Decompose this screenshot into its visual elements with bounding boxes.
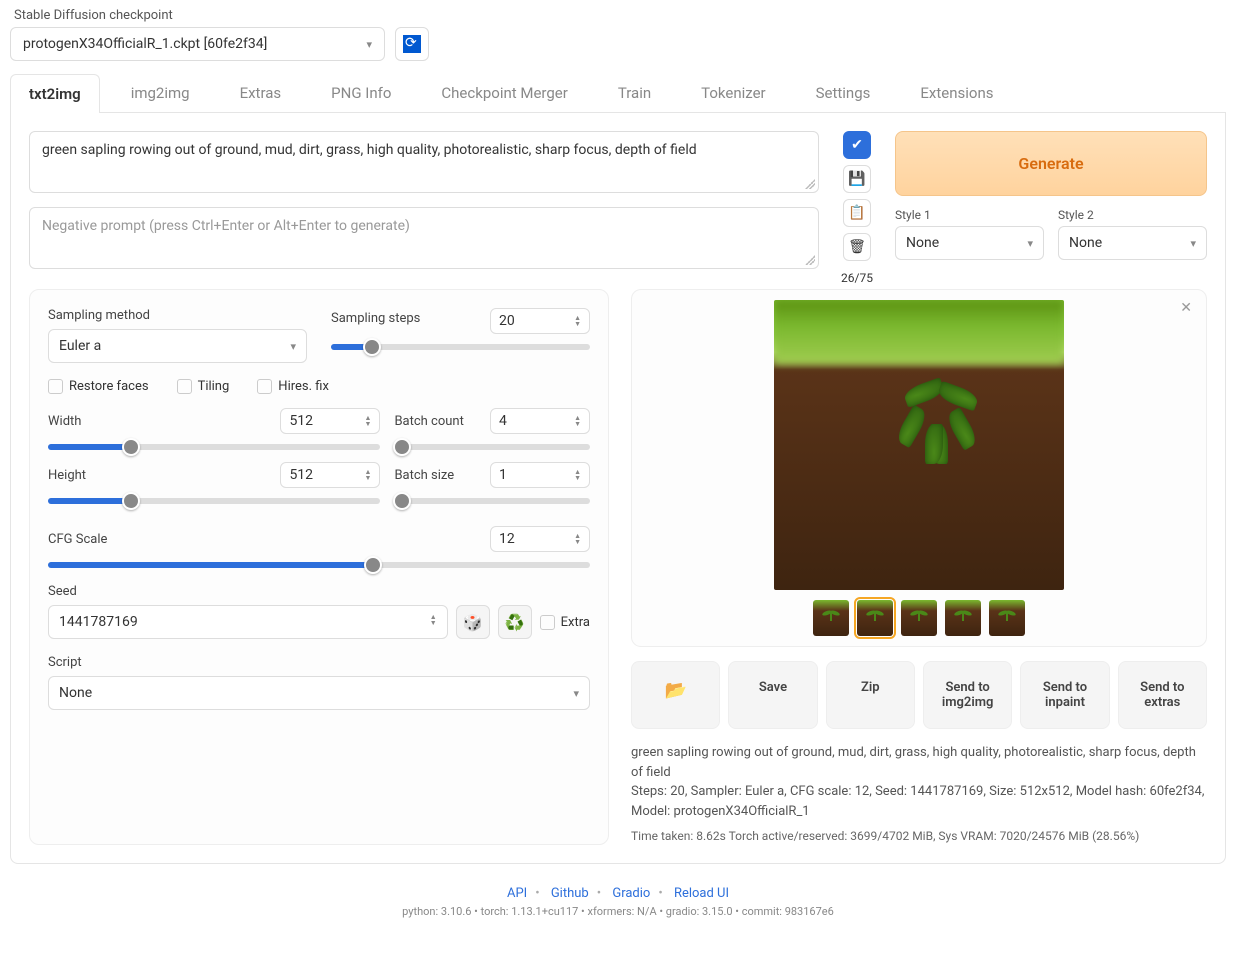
tiling-checkbox[interactable]: Tiling	[177, 379, 230, 394]
seed-extra-checkbox[interactable]: Extra	[540, 615, 590, 630]
zip-button[interactable]: Zip	[826, 661, 915, 729]
tab-ckpt-merger[interactable]: Checkpoint Merger	[422, 73, 586, 112]
trash-icon: 🗑	[848, 239, 866, 255]
prompt-input[interactable]: green sapling rowing out of ground, mud,…	[29, 131, 819, 193]
height-input[interactable]: 512▲▼	[280, 462, 380, 488]
checkpoint-select[interactable]: protogenX34OfficialR_1.ckpt [60fe2f34] ▾	[10, 27, 385, 61]
style1-select[interactable]: None▾	[895, 226, 1044, 260]
thumbnail-2[interactable]	[857, 600, 893, 636]
style2-select[interactable]: None▾	[1058, 226, 1207, 260]
close-icon[interactable]: ✕	[1180, 300, 1192, 316]
token-counter: 26/75	[841, 271, 873, 285]
batch-size-input[interactable]: 1▲▼	[490, 462, 590, 488]
check-icon: ✔	[851, 137, 863, 153]
width-slider[interactable]	[48, 444, 380, 450]
batch-size-label: Batch size	[394, 468, 454, 483]
tab-settings[interactable]: Settings	[797, 73, 890, 112]
clear-prompt-button[interactable]: 🗑	[843, 233, 871, 261]
tab-pnginfo[interactable]: PNG Info	[312, 73, 410, 112]
seed-input[interactable]: 1441787169▲▼	[48, 605, 448, 639]
geninfo-params: Steps: 20, Sampler: Euler a, CFG scale: …	[631, 782, 1207, 821]
reuse-seed-button[interactable]: ♻️	[498, 605, 532, 639]
style2-label: Style 2	[1058, 208, 1207, 222]
width-label: Width	[48, 414, 81, 429]
folder-icon: 📂	[664, 680, 686, 701]
batch-size-slider[interactable]	[394, 498, 590, 504]
apply-prompt-button[interactable]: ✔	[843, 131, 871, 159]
seed-label: Seed	[48, 584, 590, 599]
thumbnail-3[interactable]	[901, 600, 937, 636]
batch-count-slider[interactable]	[394, 444, 590, 450]
thumbnail-5[interactable]	[989, 600, 1025, 636]
open-folder-button[interactable]: 📂	[631, 661, 720, 729]
refresh-checkpoint-button[interactable]	[395, 27, 429, 61]
clipboard-icon: 📋	[848, 205, 865, 221]
hires-fix-checkbox[interactable]: Hires. fix	[257, 379, 329, 394]
sampling-steps-slider[interactable]	[331, 344, 590, 350]
negative-prompt-placeholder: Negative prompt (press Ctrl+Enter or Alt…	[42, 218, 410, 234]
batch-count-label: Batch count	[394, 414, 463, 429]
tab-tokenizer[interactable]: Tokenizer	[682, 73, 784, 112]
output-image[interactable]	[774, 300, 1064, 590]
sampling-method-select[interactable]: Euler a▾	[48, 329, 307, 363]
generation-settings: Sampling method Euler a▾ Sampling steps …	[29, 289, 609, 845]
dice-icon: 🎲	[463, 613, 483, 632]
random-seed-button[interactable]: 🎲	[456, 605, 490, 639]
footer-gradio-link[interactable]: Gradio	[612, 886, 650, 901]
checkpoint-label: Stable Diffusion checkpoint	[10, 8, 385, 23]
chevron-down-icon: ▾	[366, 38, 372, 51]
geninfo-stats: Time taken: 8.62s Torch active/reserved:…	[631, 827, 1207, 845]
thumbnail-1[interactable]	[813, 600, 849, 636]
save-prompt-button[interactable]: 💾	[843, 165, 871, 193]
cfg-scale-label: CFG Scale	[48, 532, 107, 547]
cfg-scale-input[interactable]: 12▲▼	[490, 526, 590, 552]
footer-reload-link[interactable]: Reload UI	[674, 886, 729, 901]
send-img2img-button[interactable]: Send to img2img	[923, 661, 1012, 729]
footer-api-link[interactable]: API	[507, 886, 527, 901]
geninfo-prompt: green sapling rowing out of ground, mud,…	[631, 743, 1207, 782]
style1-label: Style 1	[895, 208, 1044, 222]
footer-sysinfo: python: 3.10.6 • torch: 1.13.1+cu117 • x…	[10, 905, 1226, 918]
save-button[interactable]: Save	[728, 661, 817, 729]
generate-button[interactable]: Generate	[895, 131, 1207, 196]
refresh-icon	[403, 35, 421, 53]
width-input[interactable]: 512▲▼	[280, 408, 380, 434]
restore-faces-checkbox[interactable]: Restore faces	[48, 379, 149, 394]
thumbnail-4[interactable]	[945, 600, 981, 636]
tab-train[interactable]: Train	[599, 73, 670, 112]
save-disk-icon: 💾	[848, 171, 865, 187]
send-extras-button[interactable]: Send to extras	[1118, 661, 1207, 729]
chevron-down-icon: ▾	[1027, 237, 1033, 250]
tab-img2img[interactable]: img2img	[112, 73, 209, 112]
sampling-method-label: Sampling method	[48, 308, 307, 323]
generation-info: green sapling rowing out of ground, mud,…	[631, 743, 1207, 845]
chevron-down-icon: ▾	[573, 687, 579, 700]
negative-prompt-input[interactable]: Negative prompt (press Ctrl+Enter or Alt…	[29, 207, 819, 269]
height-slider[interactable]	[48, 498, 380, 504]
tab-txt2img[interactable]: txt2img	[10, 74, 100, 113]
cfg-scale-slider[interactable]	[48, 562, 590, 568]
main-tabs: txt2img img2img Extras PNG Info Checkpoi…	[10, 73, 1226, 113]
chevron-down-icon: ▾	[1190, 237, 1196, 250]
footer-github-link[interactable]: Github	[551, 886, 589, 901]
tab-extensions[interactable]: Extensions	[901, 73, 1012, 112]
height-label: Height	[48, 468, 86, 483]
send-inpaint-button[interactable]: Send to inpaint	[1020, 661, 1109, 729]
script-select[interactable]: None▾	[48, 676, 590, 710]
chevron-down-icon: ▾	[290, 340, 296, 353]
recycle-icon: ♻️	[505, 613, 525, 632]
batch-count-input[interactable]: 4▲▼	[490, 408, 590, 434]
sampling-steps-label: Sampling steps	[331, 311, 420, 326]
sampling-steps-input[interactable]: 20▲▼	[490, 308, 590, 334]
paste-prompt-button[interactable]: 📋	[843, 199, 871, 227]
output-gallery: ✕	[631, 289, 1207, 647]
checkpoint-value: protogenX34OfficialR_1.ckpt [60fe2f34]	[23, 36, 267, 52]
tab-extras[interactable]: Extras	[221, 73, 301, 112]
prompt-text: green sapling rowing out of ground, mud,…	[42, 142, 697, 158]
script-label: Script	[48, 655, 590, 670]
